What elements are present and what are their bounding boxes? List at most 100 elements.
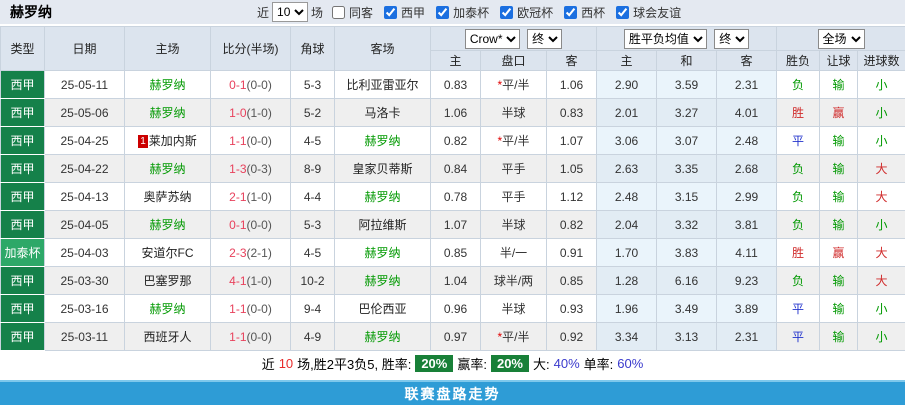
handicap-result-cell: 输 <box>820 155 858 183</box>
corners-cell: 10-2 <box>291 267 335 295</box>
away-team-cell: 赫罗纳 <box>335 127 431 155</box>
away-team-cell: 马洛卡 <box>335 99 431 127</box>
euro-home-odds: 2.63 <box>597 155 657 183</box>
asian-home-odds: 1.06 <box>431 99 481 127</box>
euro-time-select[interactable]: 终 <box>714 29 749 49</box>
table-row: 西甲 25-04-05 赫罗纳 0-1(0-0) 5-3 阿拉维斯 1.07 半… <box>1 211 905 239</box>
result-cell: 胜 <box>777 239 820 267</box>
euro-home-odds: 2.01 <box>597 99 657 127</box>
euro-draw-odds: 3.13 <box>657 323 717 351</box>
sub-header-asian-away: 客 <box>547 51 597 71</box>
single-rate: 60% <box>617 356 643 371</box>
sub-header-handicap: 盘口 <box>481 51 547 71</box>
team-title: 赫罗纳 <box>10 2 52 22</box>
sub-header-euro-draw: 和 <box>657 51 717 71</box>
result-cell: 负 <box>777 155 820 183</box>
asian-home-odds: 0.96 <box>431 295 481 323</box>
handicap-result-cell: 输 <box>820 183 858 211</box>
same-away-checkbox[interactable] <box>332 6 345 19</box>
home-team-name: 赫罗纳 <box>149 78 185 92</box>
home-team-name: 赫罗纳 <box>149 218 185 232</box>
league-cell: 西甲 <box>1 323 45 351</box>
euro-draw-odds: 3.27 <box>657 99 717 127</box>
asian-away-odds: 0.82 <box>547 211 597 239</box>
league-checkbox-liga[interactable] <box>384 6 397 19</box>
goals-result-cell: 小 <box>858 323 905 351</box>
league-checkbox-ucl[interactable] <box>500 6 513 19</box>
euro-home-odds: 3.34 <box>597 323 657 351</box>
euro-away-odds: 3.81 <box>717 211 777 239</box>
filter-controls: 近 10 场 同客 西甲 加泰杯 欧冠杯 西杯 球会友谊 <box>257 2 683 22</box>
recent-count-select[interactable]: 10 <box>272 2 308 22</box>
league-handicap-trend-link[interactable]: 联赛盘路走势 <box>0 380 905 405</box>
corners-cell: 5-2 <box>291 99 335 127</box>
home-team-name: 巴塞罗那 <box>143 274 191 288</box>
asian-away-odds: 1.06 <box>547 71 597 99</box>
handicap-result-cell: 输 <box>820 211 858 239</box>
euro-away-odds: 4.11 <box>717 239 777 267</box>
sub-header-goals: 进球数 <box>858 51 905 71</box>
col-header-type: 类型 <box>1 27 45 71</box>
asian-home-odds: 0.84 <box>431 155 481 183</box>
handicap-result-cell: 输 <box>820 295 858 323</box>
home-team-cell: 赫罗纳 <box>125 99 211 127</box>
date-cell: 25-04-05 <box>45 211 125 239</box>
goals-result-cell: 大 <box>858 155 905 183</box>
bookmaker-select[interactable]: Crow* <box>465 29 520 49</box>
euro-draw-odds: 3.32 <box>657 211 717 239</box>
handicap-cell: *平/半 <box>481 71 547 99</box>
away-team-name: 赫罗纳 <box>364 246 400 260</box>
summary-prefix: 近 <box>262 354 275 373</box>
score-cell: 1-1(0-0) <box>211 295 291 323</box>
col-header-away: 客场 <box>335 27 431 71</box>
handicap-rate-badge: 20% <box>491 355 529 372</box>
euro-odds-select[interactable]: 胜平负均值 <box>624 29 707 49</box>
league-checkbox-friendly[interactable] <box>616 6 629 19</box>
asian-away-odds: 1.07 <box>547 127 597 155</box>
big-rate: 40% <box>554 356 580 371</box>
league-checkbox-catalan-cup[interactable] <box>436 6 449 19</box>
rank-badge: 1 <box>138 135 148 148</box>
date-cell: 25-05-06 <box>45 99 125 127</box>
home-team-cell: 赫罗纳 <box>125 211 211 239</box>
asian-away-odds: 0.91 <box>547 239 597 267</box>
sub-header-handicap-result: 让球 <box>820 51 858 71</box>
league-cell: 西甲 <box>1 295 45 323</box>
league-checkbox-copa[interactable] <box>564 6 577 19</box>
match-history-table: 类型 日期 主场 比分(半场) 角球 客场 Crow* 终 胜平负均值 <box>0 26 905 351</box>
euro-draw-odds: 6.16 <box>657 267 717 295</box>
euro-draw-odds: 3.49 <box>657 295 717 323</box>
league-cell: 西甲 <box>1 183 45 211</box>
corners-cell: 9-4 <box>291 295 335 323</box>
away-team-name: 巴伦西亚 <box>358 302 406 316</box>
sub-header-euro-away: 客 <box>717 51 777 71</box>
away-team-cell: 赫罗纳 <box>335 183 431 211</box>
result-cell: 平 <box>777 127 820 155</box>
euro-draw-odds: 3.59 <box>657 71 717 99</box>
col-header-score: 比分(半场) <box>211 27 291 71</box>
date-cell: 25-04-25 <box>45 127 125 155</box>
euro-away-odds: 2.48 <box>717 127 777 155</box>
date-cell: 25-04-13 <box>45 183 125 211</box>
asian-time-select[interactable]: 终 <box>527 29 562 49</box>
handicap-result-cell: 输 <box>820 71 858 99</box>
asian-home-odds: 0.85 <box>431 239 481 267</box>
euro-away-odds: 2.31 <box>717 323 777 351</box>
asian-home-odds: 0.82 <box>431 127 481 155</box>
league-cell: 加泰杯 <box>1 239 45 267</box>
result-group-header: 全场 <box>777 27 905 51</box>
score-cell: 1-1(0-0) <box>211 323 291 351</box>
table-row: 加泰杯 25-04-03 安道尔FC 2-3(2-1) 4-5 赫罗纳 0.85… <box>1 239 905 267</box>
euro-away-odds: 3.89 <box>717 295 777 323</box>
win-rate-badge: 20% <box>415 355 453 372</box>
league-cell: 西甲 <box>1 211 45 239</box>
result-scope-select[interactable]: 全场 <box>818 29 865 49</box>
corners-cell: 4-4 <box>291 183 335 211</box>
table-row: 西甲 25-04-22 赫罗纳 1-3(0-3) 8-9 皇家贝蒂斯 0.84 … <box>1 155 905 183</box>
single-label: 单率: <box>584 354 614 373</box>
goals-result-cell: 大 <box>858 183 905 211</box>
col-header-home: 主场 <box>125 27 211 71</box>
handicap-cell: 平手 <box>481 183 547 211</box>
sub-header-euro-home: 主 <box>597 51 657 71</box>
score-cell: 1-3(0-3) <box>211 155 291 183</box>
